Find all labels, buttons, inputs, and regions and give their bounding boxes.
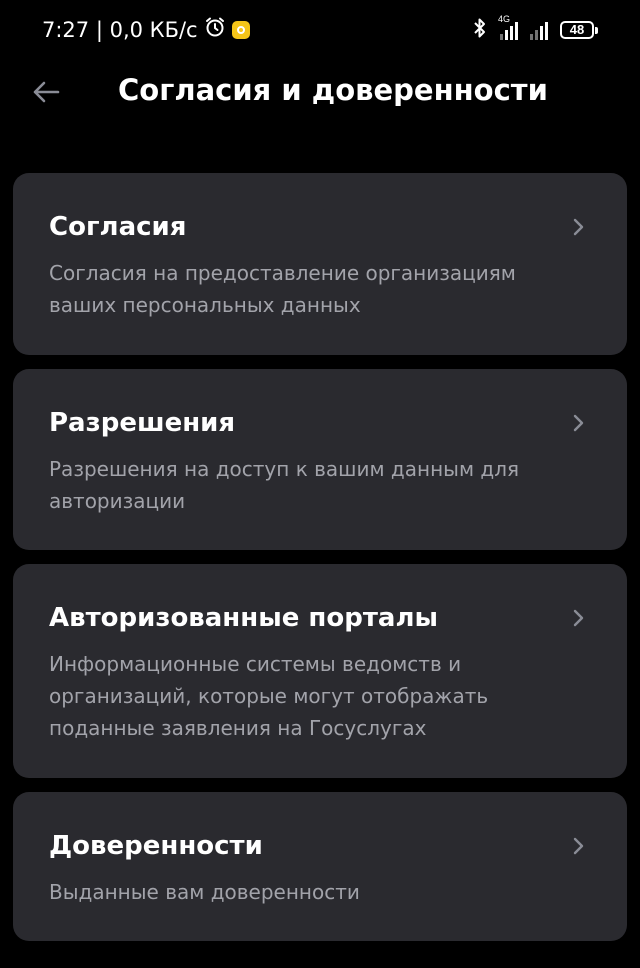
card-permissions[interactable]: Разрешения Разрешения на доступ к вашим … bbox=[13, 369, 627, 550]
network-type-label: 4G bbox=[498, 14, 511, 24]
card-powers-of-attorney[interactable]: Доверенности Выданные вам доверенности bbox=[13, 792, 627, 941]
status-left: 7:27 | 0,0 КБ/с bbox=[42, 16, 250, 43]
status-right: 4G 48 bbox=[472, 14, 598, 43]
chevron-right-icon bbox=[573, 414, 584, 432]
card-title: Разрешения bbox=[49, 408, 236, 438]
chevron-right-icon bbox=[573, 609, 584, 627]
app-notification-icon bbox=[231, 20, 250, 39]
card-consents[interactable]: Согласия Согласия на предоставление орга… bbox=[13, 173, 627, 355]
menu-list: Согласия Согласия на предоставление орга… bbox=[13, 173, 627, 955]
arrow-left-icon bbox=[33, 81, 60, 103]
chevron-right-icon bbox=[573, 837, 584, 855]
card-description: Согласия на предоставление организациям … bbox=[49, 261, 516, 317]
card-authorized-portals[interactable]: Авторизованные порталы Информационные си… bbox=[13, 564, 627, 778]
bluetooth-icon bbox=[472, 17, 488, 43]
page-title: Согласия и доверенности bbox=[118, 73, 548, 107]
signal-4g: 4G bbox=[498, 14, 518, 40]
card-description: Разрешения на доступ к вашим данным для … bbox=[49, 457, 520, 513]
signal-strength-icon-2 bbox=[530, 20, 548, 40]
status-bar: 7:27 | 0,0 КБ/с 4G 48 bbox=[0, 0, 640, 58]
card-title: Доверенности bbox=[49, 831, 263, 861]
back-button[interactable] bbox=[28, 74, 64, 110]
battery-level: 48 bbox=[569, 22, 585, 37]
app-header: Согласия и доверенности bbox=[0, 58, 640, 128]
status-time: 7:27 | 0,0 КБ/с bbox=[42, 17, 198, 42]
chevron-right-icon bbox=[573, 218, 584, 236]
card-title: Согласия bbox=[49, 212, 187, 242]
alarm-icon bbox=[204, 16, 226, 43]
battery-icon: 48 bbox=[560, 21, 598, 39]
card-title: Авторизованные порталы bbox=[49, 603, 439, 633]
card-description: Информационные системы ведомств и органи… bbox=[49, 652, 489, 740]
card-description: Выданные вам доверенности bbox=[49, 880, 360, 904]
